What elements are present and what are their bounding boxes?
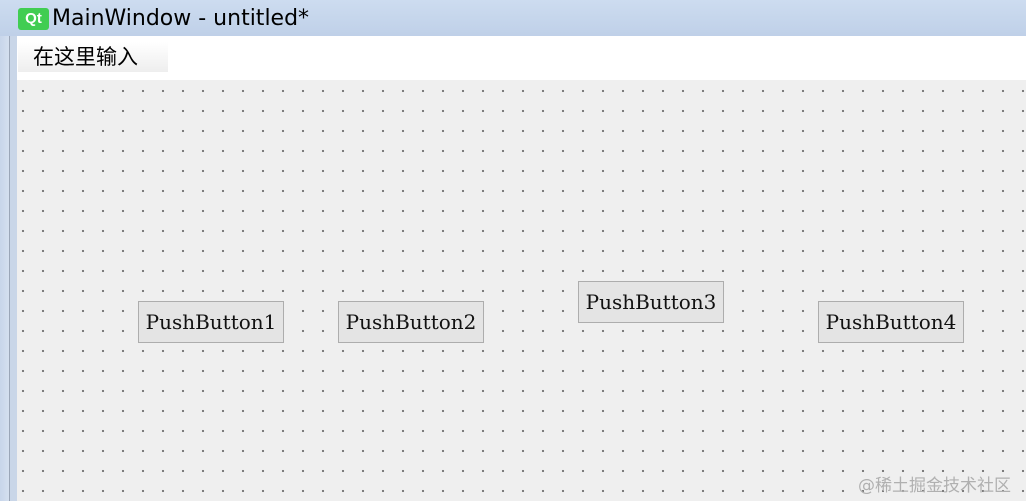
- menu-bar: 在这里输入: [17, 36, 1026, 80]
- menu-type-here-entry[interactable]: 在这里输入: [18, 42, 168, 72]
- watermark-text: @稀土掘金技术社区: [858, 476, 1011, 496]
- window-left-border-line: [9, 36, 10, 501]
- push-button-1[interactable]: PushButton1: [138, 301, 284, 343]
- designer-window: Qt MainWindow - untitled* 在这里输入 PushButt…: [0, 0, 1026, 501]
- central-widget-grid[interactable]: PushButton1 PushButton2 PushButton3 Push…: [17, 80, 1026, 501]
- push-button-4[interactable]: PushButton4: [818, 301, 964, 343]
- push-button-3[interactable]: PushButton3: [578, 281, 724, 323]
- window-title: MainWindow - untitled*: [52, 6, 310, 31]
- push-button-2[interactable]: PushButton2: [338, 301, 484, 343]
- title-bar[interactable]: Qt MainWindow - untitled*: [0, 0, 1026, 36]
- menu-type-here-label: 在这里输入: [33, 45, 138, 69]
- qt-logo-icon: Qt: [18, 8, 49, 30]
